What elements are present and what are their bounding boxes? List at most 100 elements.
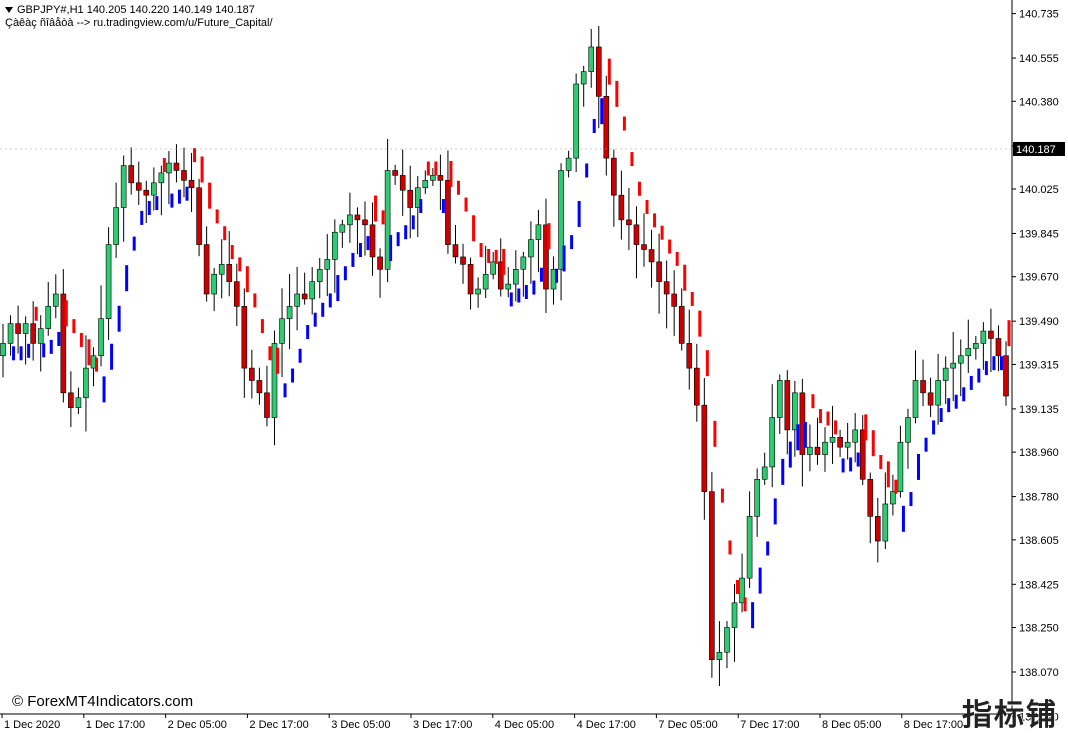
candle-body	[460, 256, 466, 265]
candle-body	[158, 172, 165, 184]
candle-body	[354, 214, 361, 221]
candle-body	[422, 180, 429, 189]
time-tick-label: 3 Dec 05:00	[331, 719, 390, 731]
candle-body	[535, 224, 542, 240]
candle-body	[445, 180, 451, 245]
candle-body	[105, 244, 112, 320]
price-tick-label: 139.315	[1019, 359, 1059, 371]
candle-body	[807, 446, 813, 455]
candle-body	[475, 288, 481, 295]
candle-body	[181, 170, 187, 181]
candle-body	[173, 162, 180, 171]
candle-body	[316, 268, 323, 282]
candle-body	[611, 157, 617, 196]
candle-body	[452, 244, 459, 258]
candle-body	[724, 627, 730, 653]
time-tick-label: 4 Dec 05:00	[495, 719, 554, 731]
candle-body	[37, 328, 44, 344]
candle-body	[935, 380, 941, 406]
candle-body	[294, 293, 300, 307]
candle-body	[151, 182, 157, 196]
price-tick-label: 140.555	[1019, 53, 1059, 65]
candle-body	[565, 157, 572, 171]
candle-body	[362, 219, 368, 226]
price-tick-label: 139.845	[1019, 228, 1059, 240]
candle-body	[905, 417, 911, 443]
symbol-ohlc-text: GBPJPY#,H1 140.205 140.220 140.149 140.1…	[17, 4, 255, 16]
candle-body	[482, 273, 489, 290]
dropdown-triangle-icon[interactable]	[5, 7, 13, 14]
candle-body	[75, 397, 82, 408]
candle-body	[339, 224, 346, 233]
candle-body	[784, 380, 791, 431]
time-tick-label: 7 Dec 17:00	[740, 719, 799, 731]
candle-body	[249, 367, 255, 381]
price-tick-label: 138.605	[1019, 535, 1059, 547]
corner-watermark: 指标铺	[962, 698, 1058, 733]
candle-body	[196, 187, 202, 245]
candle-body	[347, 214, 353, 226]
candle-body	[52, 293, 59, 307]
candle-body	[927, 392, 934, 406]
price-tick-label: 138.780	[1019, 492, 1059, 504]
candle-body	[68, 392, 74, 408]
candle-body	[309, 281, 315, 300]
chart[interactable]: 140.735140.555140.380140.200140.025139.8…	[0, 0, 1068, 735]
candle-body	[279, 318, 285, 344]
price-tick-label: 138.250	[1019, 623, 1059, 635]
candle-body	[950, 362, 957, 369]
candle-body	[45, 306, 52, 329]
candle-body	[920, 380, 926, 394]
price-tick-label: 138.960	[1019, 447, 1059, 459]
price-tick-label: 140.025	[1019, 184, 1059, 196]
candle-body	[98, 318, 104, 357]
candle-body	[678, 306, 685, 344]
candle-body	[188, 180, 195, 189]
candle-body	[399, 175, 406, 191]
candle-body	[30, 323, 36, 344]
candle-body	[233, 281, 240, 307]
candle-body	[120, 165, 127, 208]
candle-body	[430, 175, 436, 181]
candle-body	[965, 348, 972, 357]
candle-body	[626, 219, 632, 226]
candle-body	[867, 478, 874, 517]
candle-body	[7, 323, 14, 344]
candle-body	[324, 259, 331, 270]
candle-body	[633, 224, 640, 245]
candle-body	[995, 338, 1002, 357]
price-tick-label: 139.135	[1019, 404, 1059, 416]
candle-body	[15, 323, 21, 334]
price-tick-label: 138.425	[1019, 579, 1059, 591]
candle-body	[686, 343, 693, 369]
candle-body	[218, 264, 225, 275]
candle-body	[746, 516, 753, 579]
candle-body	[973, 343, 979, 349]
candle-body	[829, 436, 836, 443]
candle-body	[264, 392, 270, 418]
candle-body	[882, 503, 889, 542]
candle-body	[618, 194, 625, 221]
chart-canvas[interactable]: 140.735140.555140.380140.200140.025139.8…	[0, 0, 1068, 735]
candle-body	[407, 189, 414, 208]
candle-body	[844, 441, 851, 448]
candle-body	[143, 189, 150, 196]
candle-body	[716, 651, 723, 660]
candle-body	[709, 491, 715, 660]
time-tick-label: 1 Dec 2020	[4, 719, 60, 731]
candle-body	[641, 244, 647, 250]
watermark: © ForexMT4Indicators.com	[12, 693, 194, 710]
candle-body	[663, 281, 670, 295]
price-tick-label: 140.735	[1019, 9, 1059, 21]
candle-body	[369, 224, 376, 258]
candle-body	[1003, 355, 1009, 397]
time-tick-label: 4 Dec 17:00	[577, 719, 636, 731]
candle-body	[874, 516, 881, 542]
candle-body	[520, 256, 527, 270]
time-tick-label: 7 Dec 05:00	[658, 719, 717, 731]
candle-body	[573, 83, 579, 159]
candle-body	[988, 330, 994, 339]
time-tick-label: 8 Dec 17:00	[904, 719, 963, 731]
candle-body	[437, 175, 444, 181]
candle-body	[83, 367, 89, 399]
